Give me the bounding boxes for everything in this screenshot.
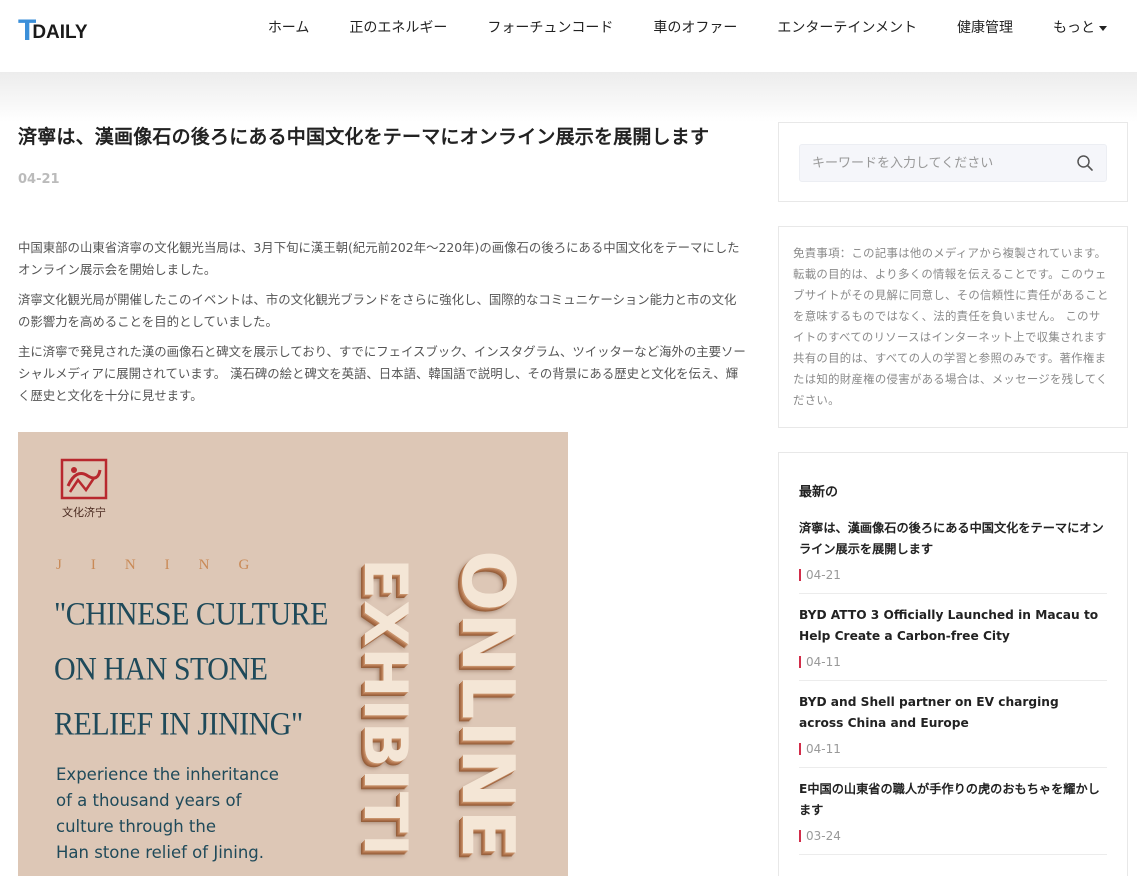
search-field[interactable] bbox=[799, 144, 1107, 182]
nav-health[interactable]: 健康管理 bbox=[937, 19, 1033, 37]
latest-item-date: 04-11 bbox=[799, 742, 1107, 756]
poster-heading-line: RELIEF IN JINING" bbox=[54, 705, 303, 743]
article-paragraph: 主に済寧で発見された漢の画像石と碑文を展示しており、すでにフェイスブック、インス… bbox=[18, 344, 746, 403]
nav-entertainment[interactable]: エンターテインメント bbox=[757, 19, 937, 37]
header-shadow bbox=[0, 72, 1137, 122]
date-marker bbox=[799, 656, 801, 668]
article-paragraph: 済寧文化観光局が開催したこのイベントは、市の文化観光ブランドをさらに強化し、国際… bbox=[18, 292, 737, 329]
latest-item-date-text: 04-21 bbox=[806, 568, 841, 582]
nav-more-label: もっと bbox=[1053, 20, 1095, 36]
poster-body-line: culture through the bbox=[56, 817, 217, 836]
search-input[interactable] bbox=[812, 145, 1062, 181]
poster-body: Experience the inheritance of a thousand… bbox=[56, 762, 279, 866]
main-nav: ホーム 正のエネルギー フォーチュンコード 車のオファー エンターテインメント … bbox=[248, 19, 1107, 37]
article-image: 文化济宁 JINING "CHINESE CULTURE ON HAN STON… bbox=[18, 432, 568, 876]
latest-item-date: 03-24 bbox=[799, 829, 1107, 843]
latest-item-title[interactable]: BYD and Shell partner on EV charging acr… bbox=[799, 692, 1107, 734]
poster-body-line: Han stone relief of Jining. bbox=[56, 843, 264, 862]
article-date: 04-21 bbox=[18, 172, 60, 187]
latest-item-date-text: 04-11 bbox=[806, 742, 841, 756]
search-icon[interactable] bbox=[1076, 154, 1094, 172]
poster-heading-line: "CHINESE CULTURE bbox=[54, 595, 328, 633]
latest-item-date-text: 04-11 bbox=[806, 655, 841, 669]
article-paragraph: 中国東部の山東省済寧の文化観光当局は、3月下旬に漢王朝(紀元前202年〜220年… bbox=[18, 240, 740, 277]
article-body: 中国東部の山東省済寧の文化観光当局は、3月下旬に漢王朝(紀元前202年〜220年… bbox=[18, 237, 748, 407]
poster-online-text: ONLINE bbox=[446, 550, 530, 860]
latest-item[interactable]: BYD ATTO 3 Officially Launched in Macau … bbox=[799, 605, 1107, 681]
nav-more[interactable]: もっと bbox=[1033, 19, 1107, 37]
svg-text:文化济宁: 文化济宁 bbox=[62, 505, 106, 519]
sidebar-disclaimer: 免責事項：この記事は他のメディアから複製されています。転載の目的は、より多くの情… bbox=[778, 226, 1128, 428]
latest-item-title[interactable]: E中国の山東省の職人が手作りの虎のおもちゃを耀かします bbox=[799, 779, 1107, 821]
caret-down-icon bbox=[1099, 25, 1107, 31]
latest-item[interactable]: E中国の山東省の職人が手作りの虎のおもちゃを耀かします 03-24 bbox=[799, 779, 1107, 855]
sidebar-search bbox=[778, 122, 1128, 202]
poster-heading: "CHINESE CULTURE ON HAN STONE RELIEF IN … bbox=[54, 587, 328, 752]
latest-item-title[interactable]: BYD ATTO 3 Officially Launched in Macau … bbox=[799, 605, 1107, 647]
latest-heading: 最新の bbox=[799, 485, 839, 500]
nav-positive-energy[interactable]: 正のエネルギー bbox=[329, 19, 467, 37]
poster-heading-line: ON HAN STONE bbox=[54, 650, 268, 688]
poster-body-line: Experience the inheritance bbox=[56, 765, 279, 784]
site-logo[interactable]: T DAILY bbox=[18, 14, 88, 46]
date-marker bbox=[799, 830, 801, 842]
nav-car-offers[interactable]: 車のオファー bbox=[633, 19, 757, 37]
sidebar-latest: 最新の 済寧は、漢画像石の後ろにある中国文化をテーマにオンライン展示を展開します… bbox=[778, 452, 1128, 876]
nav-fortune-code[interactable]: フォーチュンコード bbox=[467, 19, 633, 37]
latest-item[interactable]: BYD and Shell partner on EV charging acr… bbox=[799, 692, 1107, 768]
poster-exhibition-text: EXHIBITI bbox=[350, 558, 420, 858]
latest-item-date: 04-21 bbox=[799, 568, 1107, 582]
date-marker bbox=[799, 743, 801, 755]
latest-item-date-text: 03-24 bbox=[806, 829, 841, 843]
site-header: T DAILY ホーム 正のエネルギー フォーチュンコード 車のオファー エンタ… bbox=[0, 0, 1137, 72]
culture-jining-logo: 文化济宁 bbox=[60, 458, 108, 519]
nav-home[interactable]: ホーム bbox=[248, 19, 330, 37]
latest-item-date: 04-11 bbox=[799, 655, 1107, 669]
poster-body-line: of a thousand years of bbox=[56, 791, 242, 810]
poster-jining: JINING bbox=[56, 557, 279, 573]
latest-item-title[interactable]: 済寧は、漢画像石の後ろにある中国文化をテーマにオンライン展示を展開します bbox=[799, 518, 1107, 560]
article-title: 済寧は、漢画像石の後ろにある中国文化をテーマにオンライン展示を展開します bbox=[18, 126, 710, 148]
article: 済寧は、漢画像石の後ろにある中国文化をテーマにオンライン展示を展開します 04-… bbox=[18, 122, 748, 415]
disclaimer-text: 免責事項：この記事は他のメディアから複製されています。転載の目的は、より多くの情… bbox=[793, 246, 1109, 407]
latest-item[interactable]: 済寧は、漢画像石の後ろにある中国文化をテーマにオンライン展示を展開します 04-… bbox=[799, 518, 1107, 594]
logo-text: DAILY bbox=[32, 22, 88, 43]
date-marker bbox=[799, 569, 801, 581]
